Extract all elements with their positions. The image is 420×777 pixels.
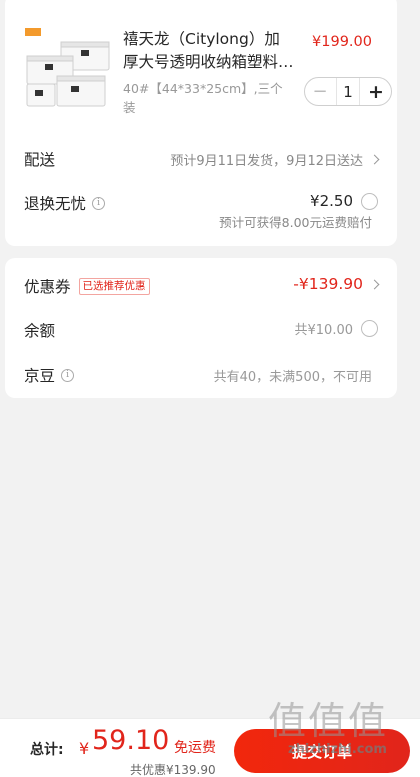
balance-row[interactable]: 共¥10.00 <box>294 319 378 338</box>
delivery-label: 配送 <box>24 148 55 170</box>
delivery-value: 预计9月11日发货，9月12日送达 <box>170 154 363 169</box>
chevron-right-icon <box>369 279 380 289</box>
quantity-stepper: − 1 + <box>304 77 392 106</box>
product-thumbnail[interactable] <box>23 24 113 112</box>
total-amount: 59.10 <box>92 725 170 756</box>
return-insurance-radio[interactable] <box>361 192 378 210</box>
coupon-value: -¥139.90 <box>293 275 363 293</box>
info-icon[interactable]: i <box>92 196 106 210</box>
return-insurance-note: 预计可获得8.00元运费赔付 <box>219 215 372 230</box>
return-insurance-price: ¥2.50 <box>310 192 353 210</box>
checkout-bar: 总计: ¥ 59.10 免运费 共优惠¥139.90 提交订单 <box>0 718 420 777</box>
decrease-button[interactable]: − <box>311 82 329 101</box>
quantity-value[interactable]: 1 <box>343 83 353 101</box>
balance-value: 共¥10.00 <box>294 323 354 338</box>
total-label: 总计: <box>30 742 64 758</box>
delivery-label-text: 配送 <box>24 151 56 169</box>
product-title[interactable]: 禧天龙（Citylong）加厚大号透明收纳箱塑料储物箱 <box>123 28 295 74</box>
info-icon[interactable]: i <box>61 368 75 382</box>
coupon-label-text: 优惠券 <box>24 278 71 296</box>
free-shipping-label: 免运费 <box>174 740 216 756</box>
return-insurance-row[interactable]: ¥2.50 <box>310 192 378 210</box>
product-spec: 40#【44*33*25cm】,三个装 <box>123 81 283 115</box>
return-insurance-note-row: 预计可获得8.00元运费赔付 <box>219 212 372 231</box>
balance-radio[interactable] <box>361 320 378 337</box>
submit-order-button[interactable]: 提交订单 <box>234 729 410 773</box>
jingdou-label: 京豆 i <box>24 364 75 386</box>
total-currency: ¥ <box>79 739 90 758</box>
jingdou-label-text: 京豆 <box>24 367 56 385</box>
coupon-badge: 已选推荐优惠 <box>78 277 150 295</box>
chevron-right-icon <box>369 154 380 165</box>
return-insurance-label-text: 退换无忧 <box>24 195 87 213</box>
stepper-divider <box>335 78 337 105</box>
return-insurance-label: 退换无忧 i <box>24 192 106 214</box>
jingdou-value: 共有40，未满500，不可用 <box>213 370 372 385</box>
balance-label: 余额 <box>24 319 55 341</box>
jingdou-row: 共有40，未满500，不可用 <box>214 366 372 385</box>
total-saved: 共优惠¥139.90 <box>130 763 216 777</box>
coupon-row[interactable]: -¥139.90 <box>293 275 380 293</box>
stepper-divider <box>359 78 361 105</box>
coupon-label: 优惠券 已选推荐优惠 <box>24 275 150 297</box>
product-price: ¥199.00 <box>312 34 372 50</box>
balance-label-text: 余额 <box>24 322 56 340</box>
increase-button[interactable]: + <box>367 82 385 101</box>
discount-card: 优惠券 已选推荐优惠 -¥139.90 余额 共¥10.00 京豆 i 共有40… <box>5 258 397 398</box>
delivery-row[interactable]: 预计9月11日发货，9月12日送达 <box>170 150 380 169</box>
product-card: 禧天龙（Citylong）加厚大号透明收纳箱塑料储物箱 ¥199.00 40#【… <box>5 0 397 246</box>
